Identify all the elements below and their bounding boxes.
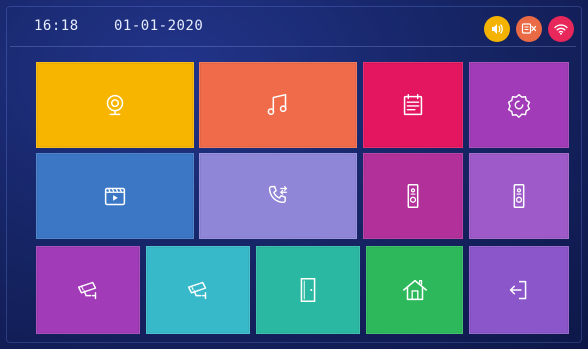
webcam-icon — [106, 94, 124, 116]
webcam-tile[interactable] — [36, 62, 194, 148]
video-clip-tile[interactable] — [36, 153, 194, 239]
video-record-off-icon[interactable] — [516, 16, 542, 42]
door-station-tile-1[interactable] — [363, 153, 463, 239]
music-icon — [267, 93, 287, 115]
logout-icon — [509, 280, 527, 300]
door-tile[interactable] — [256, 246, 360, 334]
door-station-icon — [513, 184, 525, 208]
notepad-tile[interactable] — [363, 62, 463, 148]
cctv-camera-tile-2[interactable] — [146, 246, 250, 334]
clock-time: 16:18 — [34, 18, 79, 34]
clock-date: 01-01-2020 — [114, 18, 204, 34]
intercom-home-screen: 16:18 01-01-2020 — [0, 0, 588, 349]
video-clip-icon — [104, 187, 126, 206]
cctv-camera-icon — [77, 281, 97, 300]
notepad-icon — [403, 93, 423, 116]
door-icon — [300, 278, 316, 302]
home-tile[interactable] — [366, 246, 463, 334]
status-bar: 16:18 01-01-2020 — [10, 6, 576, 47]
home-icon — [402, 279, 427, 301]
cctv-camera-icon — [187, 281, 207, 300]
cctv-camera-tile-1[interactable] — [36, 246, 140, 334]
phone-call-tile[interactable] — [199, 153, 357, 239]
speaker-icon[interactable] — [484, 16, 510, 42]
wifi-icon[interactable] — [548, 16, 574, 42]
settings-tile[interactable] — [469, 62, 569, 148]
door-station-tile-2[interactable] — [469, 153, 569, 239]
logout-tile[interactable] — [469, 246, 569, 334]
phone-call-icon — [268, 185, 288, 203]
door-station-icon — [407, 184, 419, 208]
music-tile[interactable] — [199, 62, 357, 148]
settings-gear-icon — [507, 93, 531, 118]
